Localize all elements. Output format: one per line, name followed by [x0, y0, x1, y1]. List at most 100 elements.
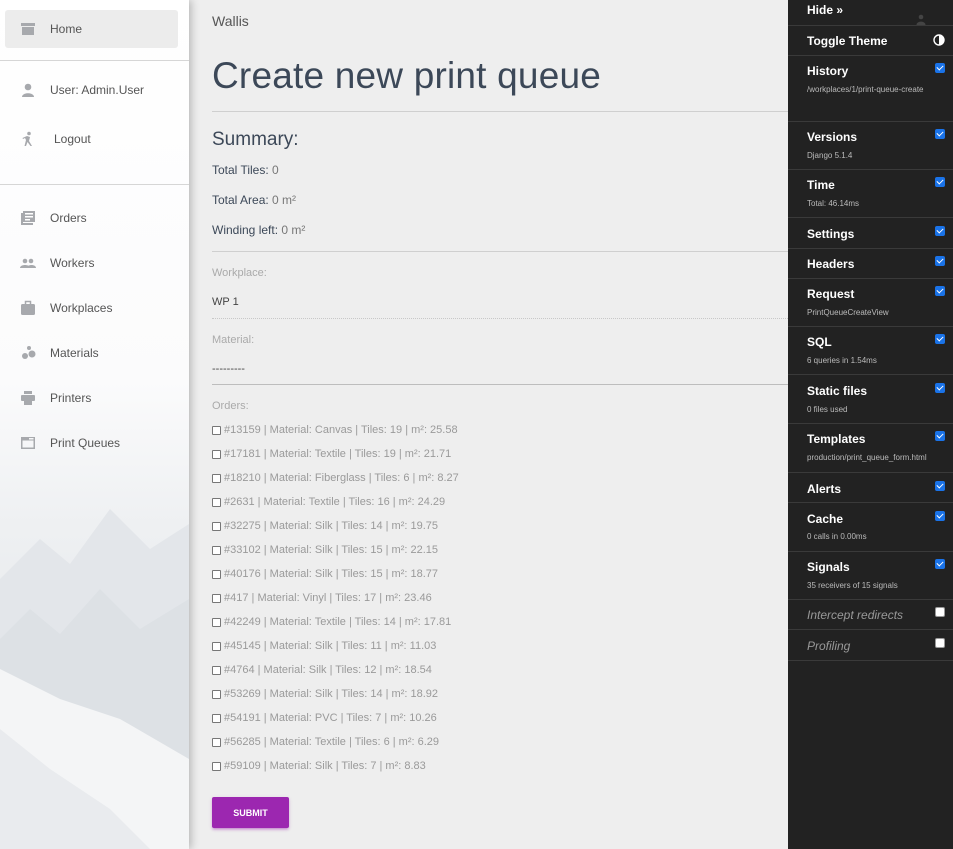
panel-title: Static files — [807, 384, 868, 398]
checkbox[interactable] — [212, 641, 221, 651]
order-checkbox-item[interactable]: #17181 | Material: Textile | Tiles: 19 |… — [212, 448, 451, 460]
panel-toggle-checkbox[interactable] — [935, 607, 945, 617]
checkbox[interactable] — [212, 521, 221, 531]
panel-title: Cache — [807, 512, 844, 526]
checkbox[interactable] — [212, 713, 221, 723]
panel-title: Alerts — [807, 482, 842, 496]
debug-panel-headers[interactable]: Headers — [788, 249, 953, 279]
checkbox[interactable] — [212, 473, 221, 483]
debug-panel-history[interactable]: History /workplaces/1/print-queue-create — [788, 56, 953, 122]
debug-panel-request[interactable]: Request PrintQueueCreateView — [788, 279, 953, 327]
debug-panel-profiling[interactable]: Profiling — [788, 630, 953, 661]
debug-panel-signals[interactable]: Signals 35 receivers of 15 signals — [788, 552, 953, 600]
sidebar-item-printers[interactable]: Printers — [5, 379, 178, 417]
panel-toggle-checkbox[interactable] — [935, 286, 945, 296]
brand-name[interactable]: Wallis — [212, 13, 249, 29]
checkbox[interactable] — [212, 425, 221, 435]
panel-toggle-checkbox[interactable] — [935, 481, 945, 491]
debug-hide-link[interactable]: Hide » — [788, 0, 953, 25]
submit-button[interactable]: SUBMIT — [212, 797, 289, 828]
sidebar-item-label: Workers — [50, 256, 95, 270]
order-checkbox-item[interactable]: #40176 | Material: Silk | Tiles: 15 | m²… — [212, 568, 438, 580]
order-label: #18210 | Material: Fiberglass | Tiles: 6… — [224, 472, 459, 484]
order-checkbox-item[interactable]: #45145 | Material: Silk | Tiles: 11 | m²… — [212, 640, 436, 652]
panel-toggle-checkbox[interactable] — [935, 511, 945, 521]
checkbox[interactable] — [212, 593, 221, 603]
sidebar-item-orders[interactable]: Orders — [5, 199, 178, 237]
sidebar-item-label: Print Queues — [50, 436, 121, 450]
panel-toggle-checkbox[interactable] — [935, 431, 945, 441]
sidebar-divider — [0, 184, 189, 185]
summary-value: 0 m² — [272, 193, 297, 207]
panel-toggle-checkbox[interactable] — [935, 383, 945, 393]
order-label: #33102 | Material: Silk | Tiles: 15 | m²… — [224, 544, 439, 556]
sidebar-divider — [0, 60, 189, 61]
sidebar-item-logout[interactable]: Logout — [5, 120, 178, 158]
panel-toggle-checkbox[interactable] — [935, 63, 945, 73]
debug-panel-intercept-redirects[interactable]: Intercept redirects — [788, 600, 953, 630]
checkbox[interactable] — [212, 569, 221, 579]
panel-toggle-checkbox[interactable] — [935, 226, 945, 236]
panel-toggle-checkbox[interactable] — [935, 638, 945, 648]
order-checkbox-item[interactable]: #53269 | Material: Silk | Tiles: 14 | m²… — [212, 688, 438, 700]
debug-panel-settings[interactable]: Settings — [788, 218, 953, 249]
debug-panel-cache[interactable]: Cache 0 calls in 0.00ms — [788, 503, 953, 552]
material-select[interactable]: --------- — [212, 363, 245, 375]
panel-toggle-checkbox[interactable] — [935, 177, 945, 187]
panel-title: Signals — [807, 560, 850, 574]
debug-toolbar: Hide » Toggle Theme History /workplaces/… — [788, 0, 953, 849]
checkbox[interactable] — [212, 617, 221, 627]
panel-subtitle: 35 receivers of 15 signals — [807, 581, 898, 590]
panel-toggle-checkbox[interactable] — [935, 129, 945, 139]
checkbox[interactable] — [212, 737, 221, 747]
sidebar-item-workplaces[interactable]: Workplaces — [5, 289, 178, 327]
panel-toggle-checkbox[interactable] — [935, 334, 945, 344]
order-checkbox-item[interactable]: #18210 | Material: Fiberglass | Tiles: 6… — [212, 472, 459, 484]
panel-subtitle: production/print_queue_form.html — [807, 453, 927, 462]
order-label: #4764 | Material: Silk | Tiles: 12 | m²:… — [224, 664, 432, 676]
panel-subtitle: Django 5.1.4 — [807, 151, 853, 160]
sidebar-item-print-queues[interactable]: Print Queues — [5, 424, 178, 462]
order-checkbox-item[interactable]: #13159 | Material: Canvas | Tiles: 19 | … — [212, 424, 458, 436]
order-checkbox-item[interactable]: #54191 | Material: PVC | Tiles: 7 | m²: … — [212, 712, 437, 724]
debug-panel-versions[interactable]: Versions Django 5.1.4 — [788, 122, 953, 170]
order-checkbox-item[interactable]: #4764 | Material: Silk | Tiles: 12 | m²:… — [212, 664, 432, 676]
page-title: Create new print queue — [212, 55, 602, 96]
panel-title: Settings — [807, 227, 855, 241]
order-checkbox-item[interactable]: #32275 | Material: Silk | Tiles: 14 | m²… — [212, 520, 438, 532]
debug-panel-sql[interactable]: SQL 6 queries in 1.54ms — [788, 327, 953, 375]
debug-panel-static-files[interactable]: Static files 0 files used — [788, 375, 953, 424]
order-checkbox-item[interactable]: #2631 | Material: Textile | Tiles: 16 | … — [212, 496, 445, 508]
sidebar-item-home[interactable]: Home — [5, 10, 178, 48]
order-label: #42249 | Material: Textile | Tiles: 14 |… — [224, 616, 452, 628]
briefcase-icon — [20, 300, 36, 316]
debug-panel-time[interactable]: Time Total: 46.14ms — [788, 170, 953, 218]
checkbox[interactable] — [212, 689, 221, 699]
theme-contrast-icon — [933, 34, 945, 46]
panel-toggle-checkbox[interactable] — [935, 559, 945, 569]
panel-title: SQL — [807, 335, 832, 349]
toggle-theme-button[interactable]: Toggle Theme — [788, 25, 953, 56]
order-checkbox-item[interactable]: #59109 | Material: Silk | Tiles: 7 | m²:… — [212, 760, 426, 772]
order-checkbox-item[interactable]: #33102 | Material: Silk | Tiles: 15 | m²… — [212, 544, 438, 556]
order-checkbox-item[interactable]: #56285 | Material: Textile | Tiles: 6 | … — [212, 736, 439, 748]
sidebar-item-workers[interactable]: Workers — [5, 244, 178, 282]
order-checkbox-item[interactable]: #417 | Material: Vinyl | Tiles: 17 | m²:… — [212, 592, 432, 604]
panel-toggle-checkbox[interactable] — [935, 256, 945, 266]
order-label: #53269 | Material: Silk | Tiles: 14 | m²… — [224, 688, 439, 700]
sidebar-item-materials[interactable]: Materials — [5, 334, 178, 372]
checkbox[interactable] — [212, 497, 221, 507]
summary-divider — [212, 251, 788, 252]
checkbox[interactable] — [212, 665, 221, 675]
checkbox[interactable] — [212, 545, 221, 555]
debug-panel-alerts[interactable]: Alerts — [788, 473, 953, 503]
workplace-label: Workplace: — [212, 267, 267, 279]
workplace-select[interactable]: WP 1 — [212, 296, 239, 308]
sidebar-item-label: User: Admin.User — [50, 83, 145, 97]
debug-panel-templates[interactable]: Templates production/print_queue_form.ht… — [788, 424, 953, 473]
checkbox[interactable] — [212, 449, 221, 459]
running-person-icon — [20, 131, 36, 147]
checkbox[interactable] — [212, 761, 221, 771]
order-checkbox-item[interactable]: #42249 | Material: Textile | Tiles: 14 |… — [212, 616, 451, 628]
sidebar-item-user[interactable]: User: Admin.User — [5, 71, 178, 109]
